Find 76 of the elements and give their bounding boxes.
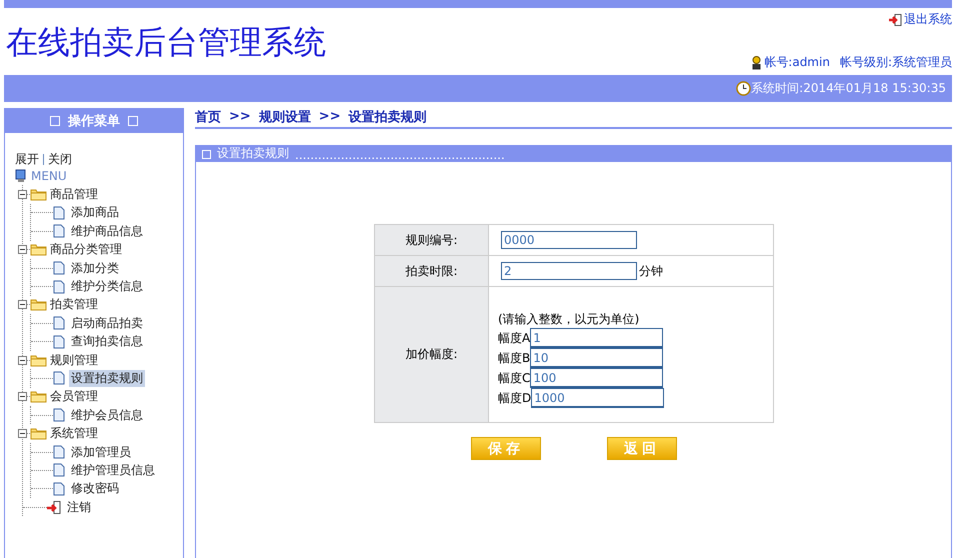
document-icon [53,408,65,422]
menu-group[interactable]: 规则管理 [50,352,98,369]
clock-icon [736,81,752,96]
account-level-text: 帐号级别:系统管理员 [840,54,952,71]
field-label: 拍卖时限: [405,264,458,278]
system-title: 在线拍卖后台管理系统 [6,22,326,62]
document-icon [53,445,65,460]
menu-item[interactable]: 维护会员信息 [69,406,145,424]
breadcrumb-separator: >> [229,109,251,124]
input-field[interactable]: 100 [530,368,664,388]
collapse-icon[interactable] [18,300,27,310]
input-field[interactable]: 1 [530,328,664,348]
breadcrumb-link[interactable]: 首页 [195,108,221,126]
input-field[interactable]: 1000 [531,388,664,408]
system-time: 系统时间:2014年01月18 15:30:35 [751,80,946,97]
field-label: 幅度B [498,350,530,366]
folder-icon [30,188,47,202]
document-icon [53,463,65,478]
folder-icon [30,298,47,312]
menu-root: MENU [31,169,67,184]
document-icon [53,224,65,238]
field-label: 幅度A [498,330,530,346]
menu-item[interactable]: 修改密码 [69,480,121,498]
exit-icon [889,14,902,26]
menu-item[interactable]: 维护商品信息 [69,222,145,240]
user-icon [751,56,762,70]
breadcrumb-separator: >> [318,109,341,124]
menu-group[interactable]: 拍卖管理 [50,296,98,314]
document-icon [53,371,65,386]
menu-item[interactable]: 启动商品拍卖 [69,314,145,332]
input-field[interactable]: 2 [501,262,637,280]
folder-icon [30,427,47,440]
collapse-icon[interactable] [18,356,27,365]
field-label: 规则编号: [405,232,458,246]
document-icon [53,206,65,220]
account-text: 帐号:admin [764,54,830,71]
menu-item[interactable]: 设置拍卖规则 [69,370,145,387]
menu-item[interactable]: 添加管理员 [69,444,133,461]
folder-icon [30,390,47,404]
hint-text: (请输入整数，以元为单位) [498,312,640,326]
field-label: 幅度D [498,390,532,406]
document-icon [53,261,65,276]
computer-icon [15,169,28,184]
document-icon [53,316,65,330]
exit-icon [47,500,61,514]
input-field[interactable]: 0000 [501,231,637,249]
collapse-icon[interactable] [18,190,27,200]
collapse-icon[interactable] [18,245,27,254]
menu-group[interactable]: 商品分类管理 [50,241,122,258]
menu-item[interactable]: 维护管理员信息 [69,462,157,479]
menu-toggle-link[interactable]: 展开 [15,151,39,167]
menu-group[interactable]: 商品管理 [50,186,98,204]
folder-icon [30,243,47,256]
signout-item[interactable]: 注销 [65,498,93,516]
document-icon [53,280,65,294]
panel-header: 设置拍卖规则 ....................................................... [196,146,951,162]
document-icon [53,334,65,349]
menu-item[interactable]: 查询拍卖信息 [69,333,145,350]
field-label: 幅度C [498,370,530,386]
menu-group[interactable]: 会员管理 [50,388,98,406]
menu-group[interactable]: 系统管理 [50,425,98,442]
menu-item[interactable]: 添加商品 [69,204,121,222]
field-label: 加价幅度: [405,347,458,361]
folder-icon [30,354,47,367]
menu-header: 操作菜单 [5,109,183,133]
breadcrumb-link[interactable]: 规则设置 [258,108,311,126]
input-field[interactable]: 10 [530,348,664,368]
logout-link[interactable]: 退出系统 [904,11,952,28]
breadcrumb-link[interactable]: 设置拍卖规则 [348,108,427,126]
menu-toggle-link[interactable]: 关闭 [48,151,72,167]
document-icon [53,482,65,496]
collapse-icon[interactable] [18,429,27,438]
menu-item[interactable]: 添加分类 [69,260,121,277]
unit-text: 分钟 [639,262,663,280]
menu-item[interactable]: 维护分类信息 [69,278,145,296]
collapse-icon[interactable] [18,392,27,402]
